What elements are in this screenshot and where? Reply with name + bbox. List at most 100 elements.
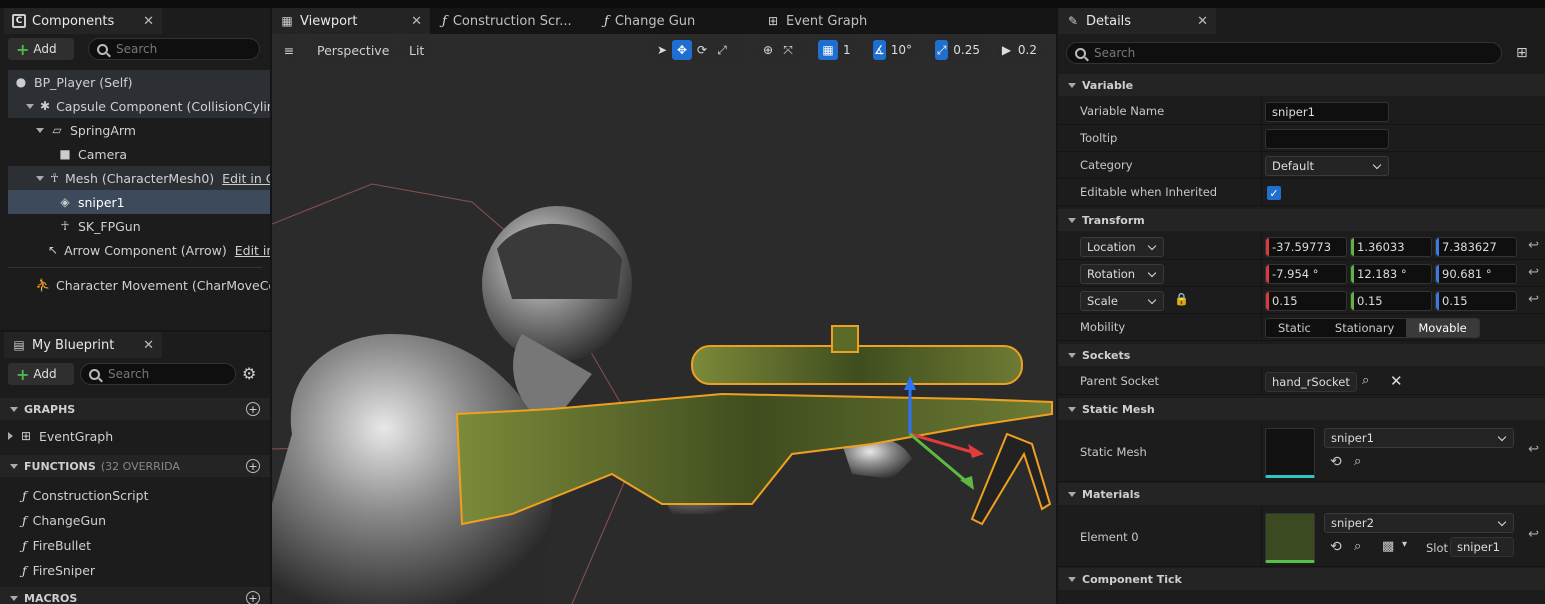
expand-icon[interactable] [26,103,34,109]
event-graph-item[interactable]: ⊞ EventGraph [8,424,113,448]
expand-icon[interactable] [36,127,44,133]
browse-icon[interactable]: ⌕ [1354,539,1361,554]
camera-speed[interactable]: ▶ 0.2 [996,39,1046,61]
lock-icon[interactable]: 🔒 [1174,292,1189,306]
mobility-static[interactable]: Static [1266,319,1323,337]
variable-name-field[interactable]: sniper1 [1265,102,1389,122]
checker-icon[interactable]: ▩ [1382,539,1394,554]
viewport[interactable]: ≡ Perspective Lit ➤ ✥ ⟳ ⤢ ⊕ ⤧ ▦ 1 ∡ 10° … [272,34,1056,604]
rotate-icon[interactable]: ⟳ [692,40,712,60]
grid-icon[interactable]: ▦ [818,40,838,60]
mobility-movable[interactable]: Movable [1406,319,1479,337]
use-selected-icon[interactable]: ⟲ [1330,454,1342,470]
reset-icon[interactable]: ↩ [1528,238,1539,253]
scale-dropdown[interactable]: Scale [1080,291,1164,311]
static-mesh-dropdown[interactable]: sniper1 [1324,428,1514,448]
surface-snap-icon[interactable]: ⤧ [778,40,798,60]
rotation-y-field[interactable]: 12.183 ° [1350,264,1432,284]
close-icon[interactable]: ✕ [143,338,154,353]
rotation-snap[interactable]: ∡ 10° [869,39,921,61]
location-y-field[interactable]: 1.36033 [1350,237,1432,257]
macros-section-header[interactable]: MACROS + [0,587,270,604]
expand-icon[interactable] [8,432,13,440]
scale-x-field[interactable]: 0.15 [1265,291,1347,311]
tree-item-character-movement[interactable]: ⛹ Character Movement (CharMoveComp) [8,273,270,297]
editable-checkbox[interactable]: ✓ [1267,186,1281,200]
details-search-input[interactable]: Search [1066,42,1502,64]
add-component-button[interactable]: + Add [8,38,74,60]
static-mesh-thumbnail[interactable] [1265,428,1315,478]
reset-icon[interactable]: ↩ [1528,292,1539,307]
tree-item-capsule[interactable]: ✱ Capsule Component (CollisionCylinder) [8,94,270,118]
add-function-icon[interactable]: + [246,459,260,473]
scale-snap-icon[interactable]: ⤢ [935,40,949,60]
grid-snap[interactable]: ▦ 1 [814,39,862,61]
components-tab[interactable]: C Components ✕ [4,8,162,34]
scale-snap[interactable]: ⤢ 0.25 [931,39,989,61]
my-blueprint-tab[interactable]: ▤ My Blueprint ✕ [4,332,162,358]
scale-y-field[interactable]: 0.15 [1350,291,1432,311]
edit-in-cpp-link[interactable]: Edit in C++ [235,243,270,258]
use-selected-icon[interactable]: ⟲ [1330,539,1342,555]
category-dropdown[interactable]: Default [1265,156,1389,176]
tree-item-self[interactable]: ● BP_Player (Self) [8,70,270,94]
table-view-icon[interactable]: ⊞ [1516,45,1528,61]
transform-section-header[interactable]: Transform [1058,209,1545,231]
function-item[interactable]: ƒ ChangeGun [22,508,106,532]
material-thumbnail[interactable] [1265,513,1315,563]
add-macro-icon[interactable]: + [246,591,260,604]
rotation-dropdown[interactable]: Rotation [1080,264,1164,284]
tab-change-gun[interactable]: ƒ Change Gun [596,8,754,34]
close-icon[interactable]: ✕ [1197,14,1208,29]
location-dropdown[interactable]: Location [1080,237,1164,257]
rotation-z-field[interactable]: 90.681 ° [1435,264,1517,284]
perspective-button[interactable]: Perspective [309,39,398,61]
function-item[interactable]: ƒ ConstructionScript [22,483,149,507]
tooltip-field[interactable] [1265,129,1389,149]
sockets-section-header[interactable]: Sockets [1058,344,1545,366]
reset-icon[interactable]: ↩ [1528,442,1539,457]
lit-button[interactable]: Lit [401,39,433,61]
tree-item-sk-fpgun[interactable]: ☥ SK_FPGun [8,214,270,238]
function-item[interactable]: ƒ FireSniper [22,558,95,582]
chevron-down-icon[interactable]: ▾ [1402,539,1407,550]
edit-in-cpp-link[interactable]: Edit in C++ [222,171,270,186]
graphs-section-header[interactable]: GRAPHS + [0,398,270,420]
materials-section-header[interactable]: Materials [1058,483,1545,505]
add-graph-icon[interactable]: + [246,402,260,416]
scale-z-field[interactable]: 0.15 [1435,291,1517,311]
browse-icon[interactable]: ⌕ [1362,373,1369,388]
static-mesh-section-header[interactable]: Static Mesh [1058,398,1545,420]
tab-construction-script[interactable]: ƒ Construction Scr... [434,8,592,34]
tree-item-sniper1[interactable]: ◈ sniper1 [8,190,270,214]
scale-icon[interactable]: ⤢ [712,40,732,60]
function-item[interactable]: ƒ FireBullet [22,533,91,557]
functions-section-header[interactable]: FUNCTIONS (32 OVERRIDA + [0,455,270,477]
components-search-input[interactable]: Search [88,38,260,60]
gear-icon[interactable]: ⚙ [242,364,256,383]
variable-section-header[interactable]: Variable [1058,74,1545,96]
close-icon[interactable]: ✕ [143,14,154,29]
clear-icon[interactable]: ✕ [1390,372,1403,390]
reset-icon[interactable]: ↩ [1528,265,1539,280]
tree-item-mesh[interactable]: ☥ Mesh (CharacterMesh0) Edit in C++ [8,166,270,190]
browse-icon[interactable]: ⌕ [1354,454,1361,469]
close-icon[interactable]: ✕ [411,14,422,29]
material-dropdown[interactable]: sniper2 [1324,513,1514,533]
tree-item-springarm[interactable]: ▱ SpringArm [8,118,270,142]
parent-socket-field[interactable]: hand_rSocket [1265,372,1357,392]
mobility-stationary[interactable]: Stationary [1323,319,1406,337]
reset-icon[interactable]: ↩ [1528,527,1539,542]
tree-item-camera[interactable]: ■ Camera [8,142,270,166]
blueprint-search-input[interactable]: Search [80,363,236,385]
expand-icon[interactable] [36,175,44,181]
location-z-field[interactable]: 7.383627 [1435,237,1517,257]
tree-item-arrow[interactable]: ↖ Arrow Component (Arrow) Edit in C++ [8,238,270,262]
angle-icon[interactable]: ∡ [873,40,886,60]
add-blueprint-button[interactable]: + Add [8,363,74,385]
viewport-menu-button[interactable]: ≡ [278,39,300,61]
translate-icon[interactable]: ✥ [672,40,692,60]
rotation-x-field[interactable]: -7.954 ° [1265,264,1347,284]
slot-field[interactable]: sniper1 [1450,537,1514,557]
tab-viewport[interactable]: ▦ Viewport ✕ [272,8,430,34]
